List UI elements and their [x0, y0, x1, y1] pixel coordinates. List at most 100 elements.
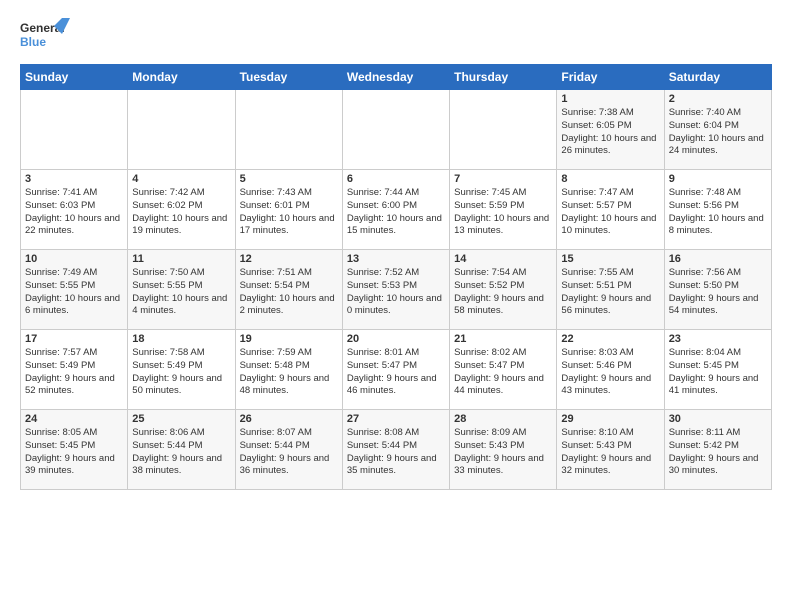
day-info: Sunrise: 8:06 AM Sunset: 5:44 PM Dayligh…	[132, 427, 230, 478]
day-cell	[450, 90, 557, 170]
day-info: Sunrise: 7:52 AM Sunset: 5:53 PM Dayligh…	[347, 267, 445, 318]
day-info: Sunrise: 8:02 AM Sunset: 5:47 PM Dayligh…	[454, 347, 552, 398]
day-info: Sunrise: 7:45 AM Sunset: 5:59 PM Dayligh…	[454, 187, 552, 238]
weekday-header-row: SundayMondayTuesdayWednesdayThursdayFrid…	[21, 65, 772, 90]
day-info: Sunrise: 7:49 AM Sunset: 5:55 PM Dayligh…	[25, 267, 123, 318]
day-cell: 17 Sunrise: 7:57 AM Sunset: 5:49 PM Dayli…	[21, 330, 128, 410]
day-cell: 30 Sunrise: 8:11 AM Sunset: 5:42 PM Dayli…	[664, 410, 771, 490]
day-info: Sunrise: 7:57 AM Sunset: 5:49 PM Dayligh…	[25, 347, 123, 398]
day-info: Sunrise: 7:50 AM Sunset: 5:55 PM Dayligh…	[132, 267, 230, 318]
day-cell: 24Sunrise: 8:05 AM Sunset: 5:45 PM Dayli…	[21, 410, 128, 490]
day-cell: 10 Sunrise: 7:49 AM Sunset: 5:55 PM Dayli…	[21, 250, 128, 330]
day-number: 30	[669, 413, 767, 425]
header: GeneralBlue	[20, 16, 772, 56]
day-cell: 19 Sunrise: 7:59 AM Sunset: 5:48 PM Dayli…	[235, 330, 342, 410]
day-number: 9	[669, 173, 767, 185]
weekday-header-sunday: Sunday	[21, 65, 128, 90]
day-cell	[235, 90, 342, 170]
week-row-3: 10 Sunrise: 7:49 AM Sunset: 5:55 PM Dayli…	[21, 250, 772, 330]
day-number: 12	[240, 253, 338, 265]
week-row-5: 24Sunrise: 8:05 AM Sunset: 5:45 PM Dayli…	[21, 410, 772, 490]
day-number: 5	[240, 173, 338, 185]
day-number: 22	[561, 333, 659, 345]
day-info: Sunrise: 7:40 AM Sunset: 6:04 PM Dayligh…	[669, 107, 767, 158]
day-info: Sunrise: 7:44 AM Sunset: 6:00 PM Dayligh…	[347, 187, 445, 238]
day-number: 19	[240, 333, 338, 345]
weekday-header-friday: Friday	[557, 65, 664, 90]
day-cell: 3Sunrise: 7:41 AM Sunset: 6:03 PM Daylig…	[21, 170, 128, 250]
day-cell: 29 Sunrise: 8:10 AM Sunset: 5:43 PM Dayli…	[557, 410, 664, 490]
day-info: Sunrise: 8:01 AM Sunset: 5:47 PM Dayligh…	[347, 347, 445, 398]
day-number: 2	[669, 93, 767, 105]
svg-text:Blue: Blue	[20, 35, 46, 49]
weekday-header-wednesday: Wednesday	[342, 65, 449, 90]
day-info: Sunrise: 7:43 AM Sunset: 6:01 PM Dayligh…	[240, 187, 338, 238]
day-info: Sunrise: 7:56 AM Sunset: 5:50 PM Dayligh…	[669, 267, 767, 318]
day-cell	[342, 90, 449, 170]
weekday-header-saturday: Saturday	[664, 65, 771, 90]
week-row-1: 1 Sunrise: 7:38 AM Sunset: 6:05 PM Daylig…	[21, 90, 772, 170]
page-container: GeneralBlue SundayMondayTuesdayWednesday…	[0, 0, 792, 500]
day-cell: 12 Sunrise: 7:51 AM Sunset: 5:54 PM Dayli…	[235, 250, 342, 330]
day-cell: 27Sunrise: 8:08 AM Sunset: 5:44 PM Dayli…	[342, 410, 449, 490]
day-cell: 2 Sunrise: 7:40 AM Sunset: 6:04 PM Daylig…	[664, 90, 771, 170]
day-info: Sunrise: 8:09 AM Sunset: 5:43 PM Dayligh…	[454, 427, 552, 478]
day-number: 3	[25, 173, 123, 185]
weekday-header-monday: Monday	[128, 65, 235, 90]
day-number: 27	[347, 413, 445, 425]
day-number: 28	[454, 413, 552, 425]
week-row-4: 17 Sunrise: 7:57 AM Sunset: 5:49 PM Dayli…	[21, 330, 772, 410]
day-cell: 18 Sunrise: 7:58 AM Sunset: 5:49 PM Dayli…	[128, 330, 235, 410]
day-number: 15	[561, 253, 659, 265]
day-info: Sunrise: 7:38 AM Sunset: 6:05 PM Dayligh…	[561, 107, 659, 158]
day-number: 4	[132, 173, 230, 185]
day-cell: 20 Sunrise: 8:01 AM Sunset: 5:47 PM Dayli…	[342, 330, 449, 410]
day-number: 18	[132, 333, 230, 345]
day-cell: 1 Sunrise: 7:38 AM Sunset: 6:05 PM Daylig…	[557, 90, 664, 170]
day-cell	[128, 90, 235, 170]
day-number: 20	[347, 333, 445, 345]
day-number: 25	[132, 413, 230, 425]
day-cell: 26Sunrise: 8:07 AM Sunset: 5:44 PM Dayli…	[235, 410, 342, 490]
day-info: Sunrise: 7:42 AM Sunset: 6:02 PM Dayligh…	[132, 187, 230, 238]
calendar-table: SundayMondayTuesdayWednesdayThursdayFrid…	[20, 64, 772, 490]
day-info: Sunrise: 7:58 AM Sunset: 5:49 PM Dayligh…	[132, 347, 230, 398]
day-number: 24	[25, 413, 123, 425]
day-cell: 4 Sunrise: 7:42 AM Sunset: 6:02 PM Daylig…	[128, 170, 235, 250]
day-cell: 13 Sunrise: 7:52 AM Sunset: 5:53 PM Dayli…	[342, 250, 449, 330]
day-cell: 14Sunrise: 7:54 AM Sunset: 5:52 PM Dayli…	[450, 250, 557, 330]
day-number: 17	[25, 333, 123, 345]
day-info: Sunrise: 8:11 AM Sunset: 5:42 PM Dayligh…	[669, 427, 767, 478]
weekday-header-tuesday: Tuesday	[235, 65, 342, 90]
day-number: 7	[454, 173, 552, 185]
day-info: Sunrise: 7:47 AM Sunset: 5:57 PM Dayligh…	[561, 187, 659, 238]
logo-svg: GeneralBlue	[20, 16, 70, 56]
week-row-2: 3Sunrise: 7:41 AM Sunset: 6:03 PM Daylig…	[21, 170, 772, 250]
day-info: Sunrise: 8:10 AM Sunset: 5:43 PM Dayligh…	[561, 427, 659, 478]
day-number: 16	[669, 253, 767, 265]
day-cell: 15 Sunrise: 7:55 AM Sunset: 5:51 PM Dayli…	[557, 250, 664, 330]
day-number: 21	[454, 333, 552, 345]
day-info: Sunrise: 7:55 AM Sunset: 5:51 PM Dayligh…	[561, 267, 659, 318]
logo: GeneralBlue	[20, 16, 70, 56]
day-cell: 22Sunrise: 8:03 AM Sunset: 5:46 PM Dayli…	[557, 330, 664, 410]
day-cell: 9Sunrise: 7:48 AM Sunset: 5:56 PM Daylig…	[664, 170, 771, 250]
day-cell: 8 Sunrise: 7:47 AM Sunset: 5:57 PM Daylig…	[557, 170, 664, 250]
day-cell: 21 Sunrise: 8:02 AM Sunset: 5:47 PM Dayli…	[450, 330, 557, 410]
day-cell: 28 Sunrise: 8:09 AM Sunset: 5:43 PM Dayli…	[450, 410, 557, 490]
day-info: Sunrise: 8:07 AM Sunset: 5:44 PM Dayligh…	[240, 427, 338, 478]
day-info: Sunrise: 7:54 AM Sunset: 5:52 PM Dayligh…	[454, 267, 552, 318]
day-info: Sunrise: 8:04 AM Sunset: 5:45 PM Dayligh…	[669, 347, 767, 398]
day-cell: 7 Sunrise: 7:45 AM Sunset: 5:59 PM Daylig…	[450, 170, 557, 250]
day-info: Sunrise: 7:59 AM Sunset: 5:48 PM Dayligh…	[240, 347, 338, 398]
day-number: 10	[25, 253, 123, 265]
day-number: 29	[561, 413, 659, 425]
weekday-header-thursday: Thursday	[450, 65, 557, 90]
day-cell: 25 Sunrise: 8:06 AM Sunset: 5:44 PM Dayli…	[128, 410, 235, 490]
day-number: 8	[561, 173, 659, 185]
day-cell: 23Sunrise: 8:04 AM Sunset: 5:45 PM Dayli…	[664, 330, 771, 410]
day-number: 13	[347, 253, 445, 265]
day-number: 1	[561, 93, 659, 105]
day-cell: 5 Sunrise: 7:43 AM Sunset: 6:01 PM Daylig…	[235, 170, 342, 250]
day-info: Sunrise: 7:51 AM Sunset: 5:54 PM Dayligh…	[240, 267, 338, 318]
